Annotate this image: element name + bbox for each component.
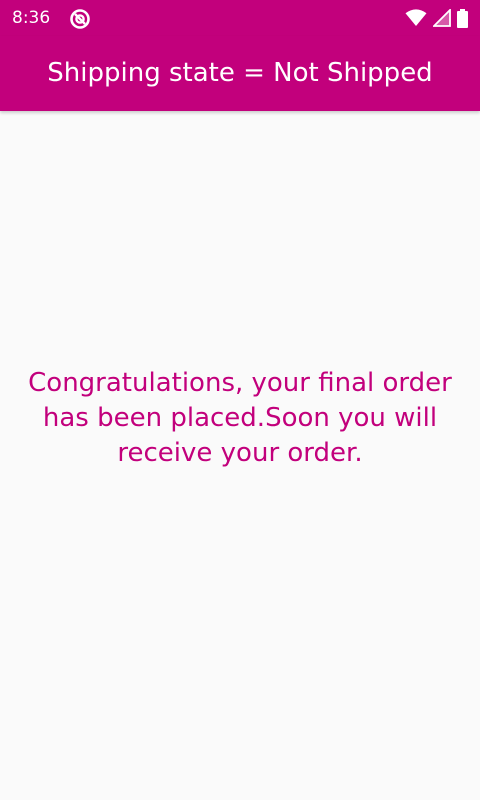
status-bar: 8:36 <box>0 0 480 36</box>
status-time: 8:36 <box>12 8 51 28</box>
order-confirmation-message: Congratulations, your final order has be… <box>28 368 452 468</box>
main-content: Congratulations, your final order has be… <box>0 111 480 800</box>
wifi-icon <box>405 9 427 27</box>
app-bar: Shipping state = Not Shipped <box>0 36 480 111</box>
page-title: Shipping state = Not Shipped <box>47 58 433 88</box>
battery-icon <box>457 8 468 28</box>
status-icons <box>405 8 468 28</box>
cell-signal-icon <box>433 9 451 27</box>
app-notification-icon <box>69 8 91 30</box>
